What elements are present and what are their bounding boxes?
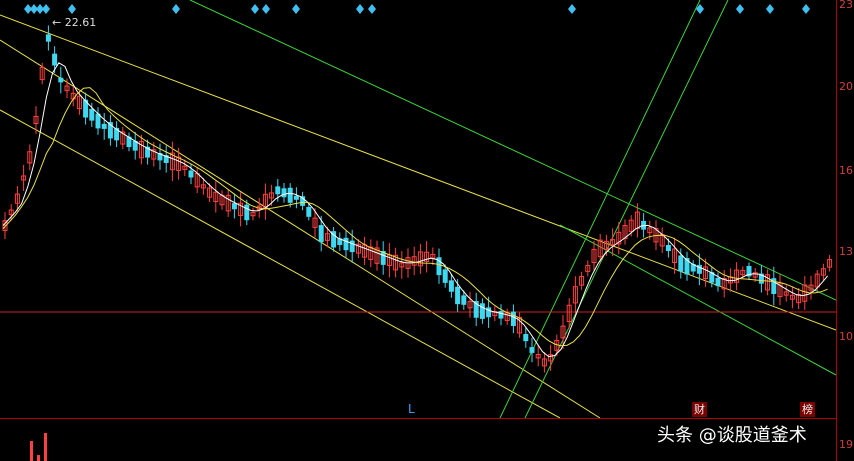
candle-body <box>455 286 461 305</box>
candle-body <box>287 187 293 203</box>
diamond-signal-icon <box>42 4 50 14</box>
marker-cai-badge[interactable]: 财 <box>692 402 707 417</box>
candle-body <box>343 237 349 251</box>
candle-body <box>132 140 138 151</box>
diamond-signal-icon <box>292 4 300 14</box>
candlestick-chart[interactable] <box>0 0 836 418</box>
candle-body <box>380 251 386 265</box>
volume-axis-label: 19 <box>839 438 853 451</box>
volume-bar <box>30 441 33 461</box>
candle-body <box>281 188 287 198</box>
candle-body <box>58 77 64 83</box>
channel-line-green <box>559 224 836 376</box>
channel-line-yellow <box>0 109 561 418</box>
diamond-signal-icon <box>68 4 76 14</box>
diamond-signal-icon <box>802 4 810 14</box>
candle-body <box>89 108 95 121</box>
marker-bang-badge[interactable]: 榜 <box>800 402 815 417</box>
diamond-signal-icon <box>262 4 270 14</box>
channel-line-green <box>189 0 836 301</box>
diamond-signal-icon <box>736 4 744 14</box>
diamond-signal-icon <box>368 4 376 14</box>
diamond-signal-icon <box>356 4 364 14</box>
trend-line-green <box>499 0 701 418</box>
price-axis: 23 20 16 13 10 19 <box>836 0 854 461</box>
ma10-line <box>2 87 828 347</box>
diamond-signal-icon <box>568 4 576 14</box>
volume-bar <box>44 433 47 461</box>
volume-bar <box>37 455 40 461</box>
axis-label-23: 23 <box>839 0 853 11</box>
ma5-line <box>2 62 828 358</box>
axis-label-20: 20 <box>839 80 853 93</box>
candle-body <box>318 225 324 243</box>
candle-body <box>231 203 237 210</box>
watermark: 头条 @谈股道釜术 <box>657 425 807 446</box>
candle-body <box>479 303 485 319</box>
candle-body <box>293 195 299 200</box>
candle-body <box>45 34 51 42</box>
candle-body <box>523 334 529 342</box>
candle-body <box>461 295 467 305</box>
candle-body <box>188 170 194 178</box>
axis-label-16: 16 <box>839 164 853 177</box>
candle-body <box>529 347 535 353</box>
candle-body <box>95 113 101 129</box>
candle-body <box>448 280 454 292</box>
channel-line-yellow <box>0 39 601 418</box>
axis-label-13: 13 <box>839 245 853 258</box>
peak-price-label: ← 22.61 <box>52 16 97 29</box>
diamond-signal-icon <box>251 4 259 14</box>
candle-body <box>665 245 671 251</box>
marker-l[interactable]: L <box>408 402 415 416</box>
candle-body <box>306 206 312 217</box>
diamond-signal-icon <box>172 4 180 14</box>
axis-label-10: 10 <box>839 330 853 343</box>
candle-body <box>442 269 448 283</box>
candle-body <box>52 53 58 66</box>
candle-body <box>715 277 721 287</box>
candle-body <box>275 186 281 195</box>
diamond-signal-icon <box>766 4 774 14</box>
candle-body <box>101 123 107 129</box>
candle-body <box>244 204 250 221</box>
candle-body <box>498 311 504 319</box>
candle-body <box>678 255 684 272</box>
channel-line-yellow <box>0 14 836 331</box>
